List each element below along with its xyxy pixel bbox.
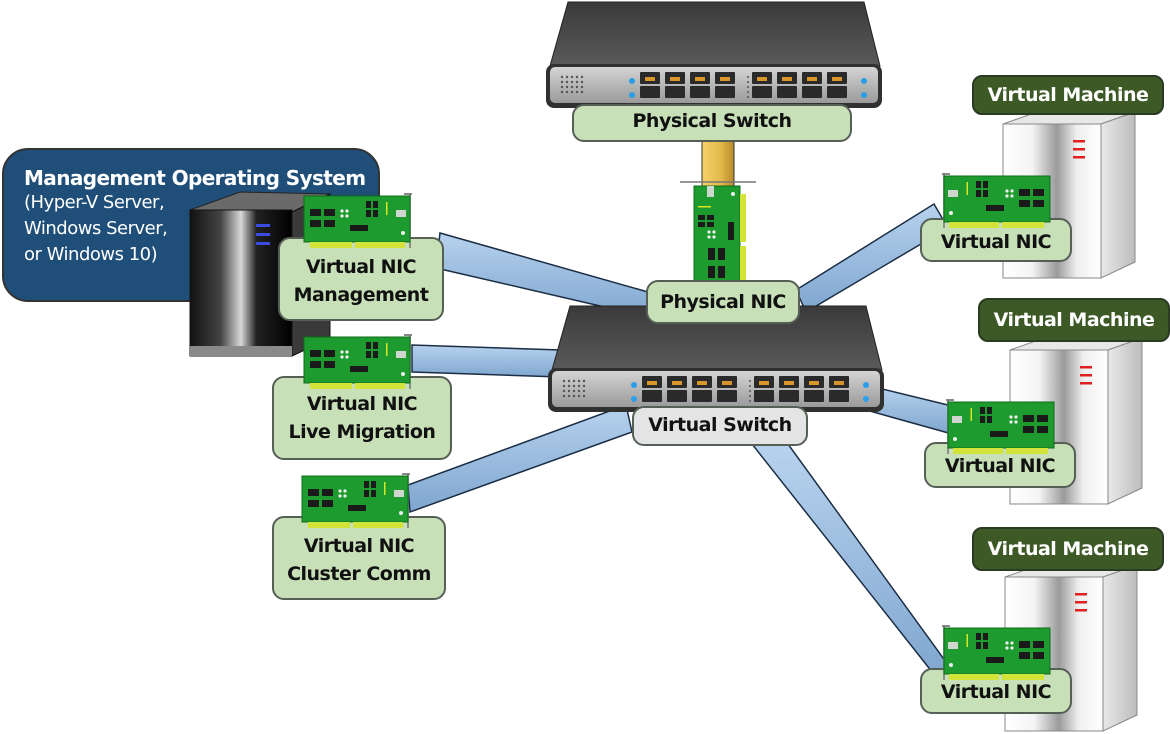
physical-nic-label: Physical NIC — [646, 280, 800, 324]
switch-port — [642, 390, 662, 402]
switch-port — [692, 390, 712, 402]
physical-nic-label-text: Physical NIC — [660, 291, 786, 313]
switch-port-pins — [645, 77, 655, 81]
switch-port — [665, 86, 685, 98]
management-os-line: (Hyper-V Server, — [24, 192, 165, 213]
switch-port-pins — [757, 77, 767, 81]
switch-port-pins — [720, 77, 730, 81]
switch-port — [690, 86, 710, 98]
vm-tag: Virtual Machine — [978, 298, 1170, 342]
uplink-cable — [701, 137, 735, 199]
vnic-live-migration-line2: Live Migration — [288, 421, 436, 443]
vnic-management-line2: Management — [293, 284, 429, 306]
switch-port-pins — [784, 381, 794, 385]
vnic-cluster-comm-line2: Cluster Comm — [287, 563, 431, 585]
link-live-migration — [411, 344, 561, 378]
vm-tag: Virtual Machine — [972, 75, 1164, 115]
vm-tag-text: Virtual Machine — [987, 538, 1149, 560]
switch-port — [777, 86, 797, 98]
switch-port-pins — [695, 77, 705, 81]
switch-port-pins — [647, 381, 657, 385]
management-os-title: Management Operating System — [24, 166, 366, 190]
switch-port — [640, 86, 660, 98]
link-management — [435, 232, 653, 319]
switch-port — [802, 86, 822, 98]
switch-port — [667, 390, 687, 402]
vnic-live-migration-line1: Virtual NIC — [306, 393, 418, 415]
vnic-cluster-comm-label: Virtual NIC Cluster Comm — [272, 516, 446, 600]
virtual-switch-label-text: Virtual Switch — [648, 414, 792, 436]
vnic-cluster-comm-line1: Virtual NIC — [303, 535, 415, 557]
vm-nic-label: Virtual NIC — [924, 442, 1076, 488]
vnic-management-line1: Virtual NIC — [305, 256, 417, 278]
vm-nic-label: Virtual NIC — [920, 668, 1072, 714]
switch-port — [754, 390, 774, 402]
switch-port — [827, 86, 847, 98]
link-vm3 — [750, 443, 947, 684]
vm-tag-text: Virtual Machine — [987, 84, 1149, 106]
switch-port-pins — [834, 381, 844, 385]
vm-nic-label-text: Virtual NIC — [940, 681, 1052, 703]
switch-port — [829, 390, 849, 402]
physical-switch-label-text: Physical Switch — [632, 110, 793, 132]
vm-nic-label-text: Virtual NIC — [944, 455, 1056, 477]
switch-port-pins — [809, 381, 819, 385]
switch-port — [804, 390, 824, 402]
vm-tag-text: Virtual Machine — [993, 309, 1155, 331]
vm-nic-label-text: Virtual NIC — [940, 231, 1052, 253]
switch-port-pins — [759, 381, 769, 385]
switch-port-pins — [807, 77, 817, 81]
vm-nic-label: Virtual NIC — [920, 218, 1072, 262]
switch-port — [752, 86, 772, 98]
switch-port-pins — [832, 77, 842, 81]
switch-port-pins — [670, 77, 680, 81]
vnic-live-migration-label: Virtual NIC Live Migration — [272, 376, 452, 460]
vm-tag: Virtual Machine — [972, 527, 1164, 571]
switch-port — [779, 390, 799, 402]
switch-port-pins — [782, 77, 792, 81]
physical-switch-icon — [545, 1, 883, 109]
vnic-management-label: Virtual NIC Management — [278, 237, 444, 321]
switch-port — [715, 86, 735, 98]
switch-port-pins — [672, 381, 682, 385]
physical-switch-label: Physical Switch — [572, 104, 852, 142]
virtual-switch-label: Virtual Switch — [632, 406, 808, 446]
switch-port-pins — [722, 381, 732, 385]
switch-port — [717, 390, 737, 402]
switch-port-pins — [697, 381, 707, 385]
